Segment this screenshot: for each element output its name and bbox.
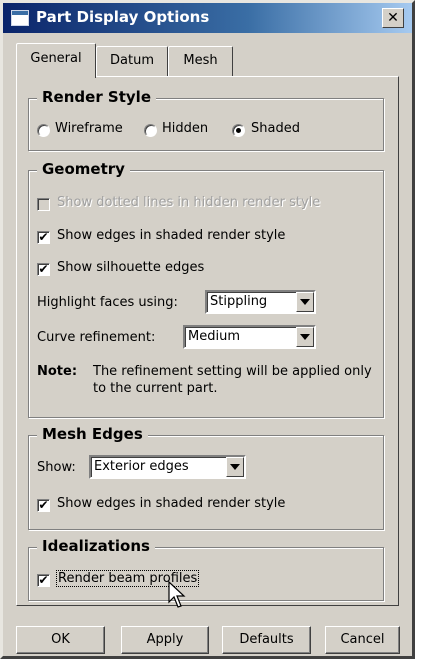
show-dotted-lines-checkbox[interactable] <box>37 198 50 211</box>
note-label: Note: <box>37 364 78 379</box>
close-button[interactable]: ✕ <box>382 8 404 28</box>
render-style-title: Render Style <box>37 88 156 106</box>
shaded-radio[interactable] <box>232 124 245 137</box>
geometry-title: Geometry <box>37 160 130 178</box>
mesh-show-value: Exterior edges <box>94 459 189 474</box>
apply-button[interactable]: Apply <box>121 626 209 654</box>
hidden-label: Hidden <box>162 121 209 136</box>
mesh-edges-title: Mesh Edges <box>37 425 148 443</box>
tab-mesh[interactable]: Mesh <box>168 46 233 76</box>
highlight-faces-select[interactable]: Stippling <box>205 290 316 314</box>
hidden-radio[interactable] <box>144 124 157 137</box>
checkmark-icon: ✔ <box>38 262 49 276</box>
note-line-1: The refinement setting will be applied o… <box>93 364 372 379</box>
ok-button[interactable]: OK <box>16 626 105 654</box>
geometry-group: Geometry Show dotted lines in hidden ren… <box>28 160 384 418</box>
shaded-label: Shaded <box>251 121 300 136</box>
wireframe-label: Wireframe <box>55 121 123 136</box>
mesh-edges-group: Mesh Edges Show: Exterior edges ✔ Show e… <box>28 425 384 530</box>
show-silhouette-checkbox[interactable]: ✔ <box>37 263 50 276</box>
note-text: The refinement setting will be applied o… <box>93 363 372 397</box>
close-icon: ✕ <box>387 10 399 26</box>
checkmark-icon: ✔ <box>38 230 49 244</box>
chevron-down-icon[interactable] <box>296 292 314 312</box>
window-icon <box>11 10 29 26</box>
mesh-show-select[interactable]: Exterior edges <box>89 455 246 479</box>
curve-refinement-value: Medium <box>188 329 240 344</box>
mesh-show-edges-shaded-label: Show edges in shaded render style <box>57 496 286 511</box>
chevron-down-icon[interactable] <box>296 327 314 347</box>
render-beam-profiles-checkbox[interactable]: ✔ <box>37 574 50 587</box>
mesh-show-edges-shaded-checkbox[interactable]: ✔ <box>37 499 50 512</box>
wireframe-radio[interactable] <box>37 124 50 137</box>
tab-datum[interactable]: Datum <box>96 46 168 76</box>
render-style-group: Render Style Wireframe Hidden Shaded <box>28 88 384 151</box>
show-silhouette-label: Show silhouette edges <box>57 260 205 275</box>
show-edges-shaded-checkbox[interactable]: ✔ <box>37 231 50 244</box>
show-edges-shaded-label: Show edges in shaded render style <box>57 228 286 243</box>
tab-general[interactable]: General <box>16 43 96 78</box>
idealizations-group: Idealizations ✔ Render beam profiles <box>28 537 384 601</box>
note-line-2: to the current part. <box>93 381 218 396</box>
highlight-faces-value: Stippling <box>210 294 268 309</box>
chevron-down-icon[interactable] <box>226 457 244 477</box>
part-display-options-dialog: Part Display Options ✕ General Datum Mes… <box>0 0 415 659</box>
checkmark-icon: ✔ <box>38 573 49 587</box>
show-dotted-lines-label: Show dotted lines in hidden render style <box>57 195 321 210</box>
curve-refinement-select[interactable]: Medium <box>183 325 316 349</box>
cancel-button[interactable]: Cancel <box>325 626 400 654</box>
mesh-show-label: Show: <box>37 460 76 475</box>
idealizations-title: Idealizations <box>37 537 155 555</box>
checkmark-icon: ✔ <box>38 498 49 512</box>
highlight-faces-label: Highlight faces using: <box>37 295 178 310</box>
window-title: Part Display Options <box>36 8 210 26</box>
title-bar[interactable]: Part Display Options ✕ <box>3 3 412 33</box>
curve-refinement-label: Curve refinement: <box>37 330 156 345</box>
arrow-cursor-icon <box>168 581 186 608</box>
defaults-button[interactable]: Defaults <box>222 626 311 654</box>
